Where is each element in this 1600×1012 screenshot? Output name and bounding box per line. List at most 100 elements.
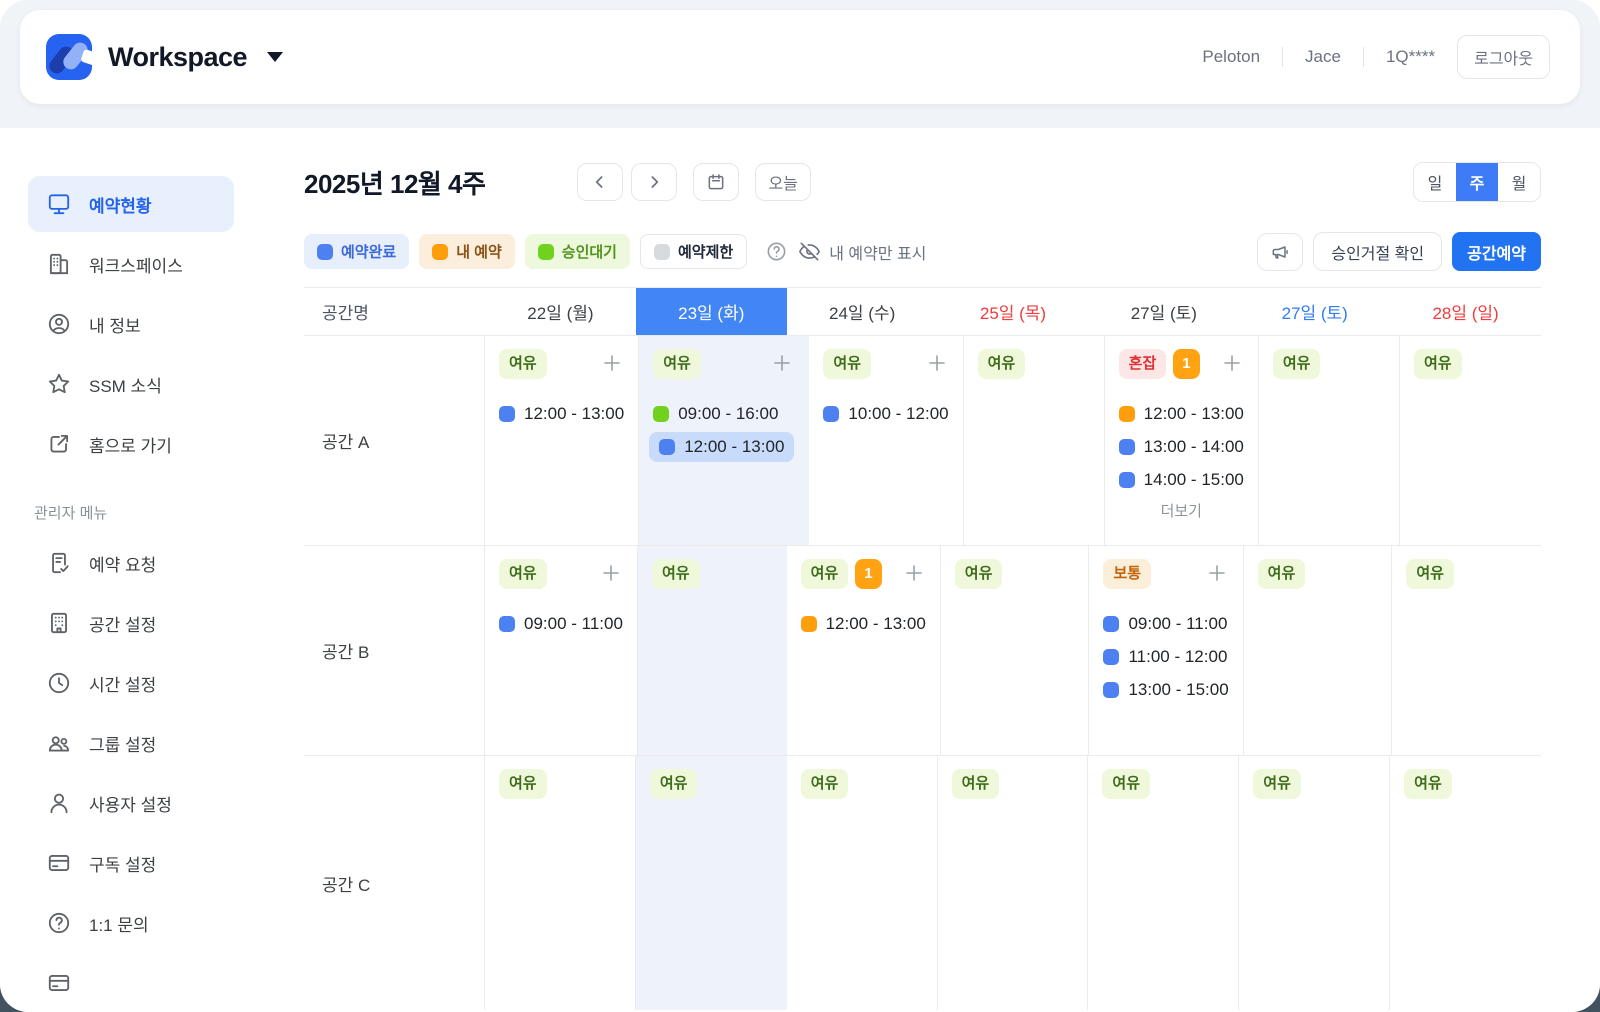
add-booking-button[interactable]: [599, 561, 623, 585]
day-cell[interactable]: 여유10:00 - 12:00: [809, 336, 963, 545]
announcement-button[interactable]: [1257, 233, 1303, 271]
week-nav: 오늘: [577, 163, 810, 201]
legend-item-completed: 예약완료: [304, 234, 409, 269]
booking-item[interactable]: 10:00 - 12:00: [823, 399, 948, 429]
column-header-day-0[interactable]: 22일 (월): [485, 288, 636, 335]
plus-icon: [770, 351, 794, 375]
status-badge-available: 여유: [801, 769, 849, 799]
help-icon: [46, 910, 72, 936]
sidebar-item-3[interactable]: SSM 소식: [28, 356, 234, 412]
nav-link-company[interactable]: Peloton: [1202, 47, 1260, 67]
booking-status-dot-icon: [1119, 472, 1135, 488]
status-badge-available: 여유: [650, 769, 698, 799]
booking-item[interactable]: 09:00 - 11:00: [499, 609, 623, 639]
column-header-day-6[interactable]: 28일 (일): [1390, 288, 1541, 335]
workspace-switcher[interactable]: Workspace: [46, 34, 283, 80]
booking-item[interactable]: 13:00 - 14:00: [1119, 432, 1244, 462]
nav-link-user[interactable]: Jace: [1305, 47, 1341, 67]
sidebar-item-1[interactable]: 워크스페이스: [28, 236, 234, 292]
prev-week-button[interactable]: [577, 163, 623, 201]
booking-item[interactable]: 13:00 - 15:00: [1103, 675, 1228, 705]
sidebar-item-admin-7[interactable]: [28, 955, 234, 1011]
booking-status-dot-icon: [1103, 616, 1119, 632]
day-cell[interactable]: 여유: [941, 546, 1090, 755]
day-cell[interactable]: 여유: [1088, 756, 1239, 1010]
day-cell[interactable]: 여유: [1239, 756, 1390, 1010]
column-header-day-3[interactable]: 25일 (목): [938, 288, 1089, 335]
day-cell[interactable]: 여유: [636, 756, 787, 1010]
column-header-day-4[interactable]: 27일 (토): [1088, 288, 1239, 335]
column-header-day-1[interactable]: 23일 (화): [636, 288, 787, 335]
space-name-label: 공간 B: [304, 546, 485, 755]
megaphone-icon: [1270, 242, 1290, 262]
column-header-day-5[interactable]: 27일 (토): [1239, 288, 1390, 335]
booking-time: 12:00 - 13:00: [684, 437, 784, 457]
booking-item[interactable]: 11:00 - 12:00: [1103, 642, 1227, 672]
add-booking-button[interactable]: [1220, 351, 1244, 375]
day-cell[interactable]: 여유: [485, 756, 636, 1010]
add-booking-button[interactable]: [600, 351, 624, 375]
sidebar-item-admin-1[interactable]: 공간 설정: [28, 595, 234, 651]
booking-item[interactable]: 12:00 - 13:00: [801, 609, 926, 639]
day-cell[interactable]: 여유12:00 - 13:00: [485, 336, 639, 545]
day-cell[interactable]: 여유: [1400, 336, 1541, 545]
sidebar-item-label: 워크스페이스: [89, 252, 183, 277]
view-toggle-2[interactable]: 월: [1498, 163, 1540, 201]
status-badge-available: 여유: [952, 769, 1000, 799]
day-cell[interactable]: 여유09:00 - 16:0012:00 - 13:00: [639, 336, 809, 545]
day-cell[interactable]: 여유112:00 - 13:00: [787, 546, 941, 755]
day-cell[interactable]: 여유: [1392, 546, 1541, 755]
booking-time: 09:00 - 11:00: [1128, 614, 1227, 634]
only-my-reservations-toggle[interactable]: 내 예약만 표시: [798, 240, 926, 264]
booking-item[interactable]: 09:00 - 11:00: [1103, 609, 1227, 639]
date-picker-button[interactable]: [693, 163, 739, 201]
booking-status-dot-icon: [1103, 682, 1119, 698]
booking-time: 11:00 - 12:00: [1128, 647, 1227, 667]
day-cell[interactable]: 여유: [938, 756, 1089, 1010]
day-cell[interactable]: 여유: [1390, 756, 1541, 1010]
day-cell[interactable]: 여유: [638, 546, 787, 755]
today-button[interactable]: 오늘: [755, 163, 810, 201]
booking-item[interactable]: 12:00 - 13:00: [499, 399, 624, 429]
view-toggle-0[interactable]: 일: [1414, 163, 1456, 201]
day-cell[interactable]: 보통09:00 - 11:0011:00 - 12:0013:00 - 15:0…: [1089, 546, 1243, 755]
more-link[interactable]: 더보기: [1119, 500, 1244, 521]
sidebar-item-4[interactable]: 홈으로 가기: [28, 416, 234, 472]
sidebar-item-2[interactable]: 내 정보: [28, 296, 234, 352]
booking-item[interactable]: 12:00 - 13:00: [649, 432, 794, 462]
booking-time: 13:00 - 15:00: [1128, 680, 1228, 700]
day-cell[interactable]: 혼잡112:00 - 13:0013:00 - 14:0014:00 - 15:…: [1105, 336, 1259, 545]
day-cell[interactable]: 여유: [787, 756, 938, 1010]
add-booking-button[interactable]: [770, 351, 794, 375]
main-panel: 예약현황워크스페이스내 정보SSM 소식홈으로 가기관리자 메뉴예약 요청공간 …: [0, 128, 1600, 1012]
building-icon: [46, 610, 72, 636]
sidebar-item-0[interactable]: 예약현황: [28, 176, 234, 232]
booking-item[interactable]: 09:00 - 16:00: [653, 399, 778, 429]
nav-link-account[interactable]: 1Q****: [1386, 47, 1435, 67]
next-week-button[interactable]: [631, 163, 677, 201]
add-booking-button[interactable]: [1205, 561, 1229, 585]
space-name-label: 공간 A: [304, 336, 485, 545]
reject-check-button[interactable]: 승인거절 확인: [1313, 232, 1442, 271]
day-cell[interactable]: 여유09:00 - 11:00: [485, 546, 638, 755]
day-cell[interactable]: 여유: [1259, 336, 1400, 545]
sidebar-item-admin-5[interactable]: 구독 설정: [28, 835, 234, 891]
day-cell[interactable]: 여유: [964, 336, 1105, 545]
legend-help[interactable]: [765, 240, 788, 263]
column-header-day-2[interactable]: 24일 (수): [787, 288, 938, 335]
add-booking-button[interactable]: [925, 351, 949, 375]
sidebar-item-admin-3[interactable]: 그룹 설정: [28, 715, 234, 771]
view-toggle-1[interactable]: 주: [1456, 163, 1498, 201]
sidebar-item-admin-0[interactable]: 예약 요청: [28, 535, 234, 591]
sidebar-item-admin-4[interactable]: 사용자 설정: [28, 775, 234, 831]
sidebar-item-admin-6[interactable]: 1:1 문의: [28, 895, 234, 951]
logout-button[interactable]: 로그아웃: [1457, 35, 1550, 79]
add-booking-button[interactable]: [902, 561, 926, 585]
day-cell[interactable]: 여유: [1244, 546, 1393, 755]
booking-item[interactable]: 12:00 - 13:00: [1119, 399, 1244, 429]
status-badge-available: 여유: [801, 559, 849, 589]
book-space-button[interactable]: 공간예약: [1452, 232, 1541, 271]
booking-item[interactable]: 14:00 - 15:00: [1119, 465, 1244, 495]
booking-time: 12:00 - 13:00: [826, 614, 926, 634]
sidebar-item-admin-2[interactable]: 시간 설정: [28, 655, 234, 711]
